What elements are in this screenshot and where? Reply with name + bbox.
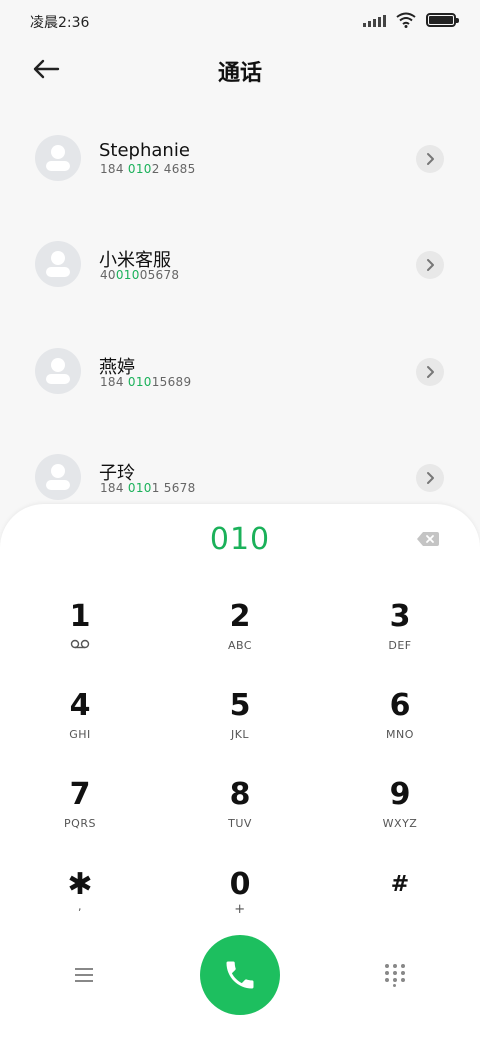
- avatar: [35, 135, 81, 181]
- key-digit: 2: [229, 599, 251, 634]
- contact-number: 184 0102 4685: [100, 162, 196, 176]
- page-title: 通话: [217, 61, 262, 86]
- key-digit: 5: [229, 688, 251, 723]
- header: 通话: [0, 45, 480, 93]
- avatar: [35, 348, 81, 394]
- key-1[interactable]: 1: [20, 600, 140, 680]
- backspace-icon: [417, 532, 439, 546]
- key-7[interactable]: 7 PQRS: [20, 778, 140, 858]
- number-match: 010: [127, 375, 152, 389]
- chevron-right-icon: [427, 153, 434, 165]
- number-match: 010: [127, 481, 152, 495]
- signal-icon: [363, 13, 386, 27]
- contact-number: 184 01015689: [100, 375, 192, 389]
- menu-button[interactable]: [64, 962, 104, 988]
- key-digit: ✱: [67, 867, 93, 902]
- chevron-right-icon: [427, 259, 434, 271]
- key-6[interactable]: 6 MNO: [340, 689, 460, 769]
- key-9[interactable]: 9 WXYZ: [340, 778, 460, 858]
- avatar: [35, 454, 81, 500]
- key-digit: 0: [229, 867, 251, 902]
- key-digit: 9: [389, 777, 411, 812]
- contact-detail-button[interactable]: [416, 251, 444, 279]
- contact-detail-button[interactable]: [416, 145, 444, 173]
- key-digit: 1: [69, 599, 91, 634]
- key-digit: 7: [69, 777, 91, 812]
- dial-input[interactable]: 010: [0, 522, 480, 557]
- voicemail-icon: [20, 639, 140, 652]
- dialpad-toggle-button[interactable]: [383, 962, 407, 987]
- contact-name: Stephanie: [99, 140, 190, 161]
- key-3[interactable]: 3 DEF: [340, 600, 460, 680]
- number-match: 010: [115, 268, 140, 282]
- phone-icon: [226, 961, 254, 989]
- contact-row[interactable]: 小米客服 4001005678: [0, 210, 480, 316]
- key-letters: MNO: [386, 728, 414, 741]
- number-match: 010: [127, 162, 152, 176]
- key-letters: ABC: [227, 639, 253, 652]
- contact-number: 184 0101 5678: [100, 481, 196, 495]
- contact-detail-button[interactable]: [416, 358, 444, 386]
- dialpad-panel: 010 1 2 ABC 3 DEF 4 GHI 5 JKL 6 MNO 7 PQ…: [0, 504, 480, 1040]
- key-8[interactable]: 8 TUV: [180, 778, 300, 858]
- status-icons: [363, 12, 459, 28]
- backspace-button[interactable]: [416, 530, 440, 548]
- key-letters: DEF: [388, 639, 412, 652]
- wifi-icon: [396, 12, 416, 28]
- status-time: 凌晨2:36: [30, 15, 90, 31]
- key-hash[interactable]: #: [340, 868, 460, 948]
- key-2[interactable]: 2 ABC: [180, 600, 300, 680]
- key-5[interactable]: 5 JKL: [180, 689, 300, 769]
- key-letters: TUV: [228, 817, 252, 830]
- chevron-right-icon: [427, 366, 434, 378]
- key-letters: PQRS: [64, 817, 96, 830]
- key-star[interactable]: ✱ ,: [20, 868, 140, 948]
- status-bar: 凌晨2:36: [0, 0, 480, 40]
- key-letters: +: [234, 902, 246, 917]
- key-digit: #: [390, 872, 410, 897]
- chevron-right-icon: [427, 472, 434, 484]
- key-4[interactable]: 4 GHI: [20, 689, 140, 769]
- contact-row[interactable]: 燕婷 184 01015689: [0, 317, 480, 423]
- key-letters: WXYZ: [382, 817, 418, 830]
- contact-row[interactable]: Stephanie 184 0102 4685: [0, 104, 480, 210]
- key-digit: 8: [229, 777, 251, 812]
- battery-icon: [426, 13, 459, 27]
- key-digit: 3: [389, 599, 411, 634]
- contact-detail-button[interactable]: [416, 464, 444, 492]
- contact-number: 4001005678: [100, 268, 180, 282]
- avatar: [35, 241, 81, 287]
- key-digit: 4: [69, 688, 91, 723]
- key-letters: GHI: [69, 728, 91, 741]
- key-digit: 6: [389, 688, 411, 723]
- call-button[interactable]: [200, 935, 280, 1015]
- key-letters: ,: [78, 900, 82, 913]
- key-letters: JKL: [230, 728, 250, 741]
